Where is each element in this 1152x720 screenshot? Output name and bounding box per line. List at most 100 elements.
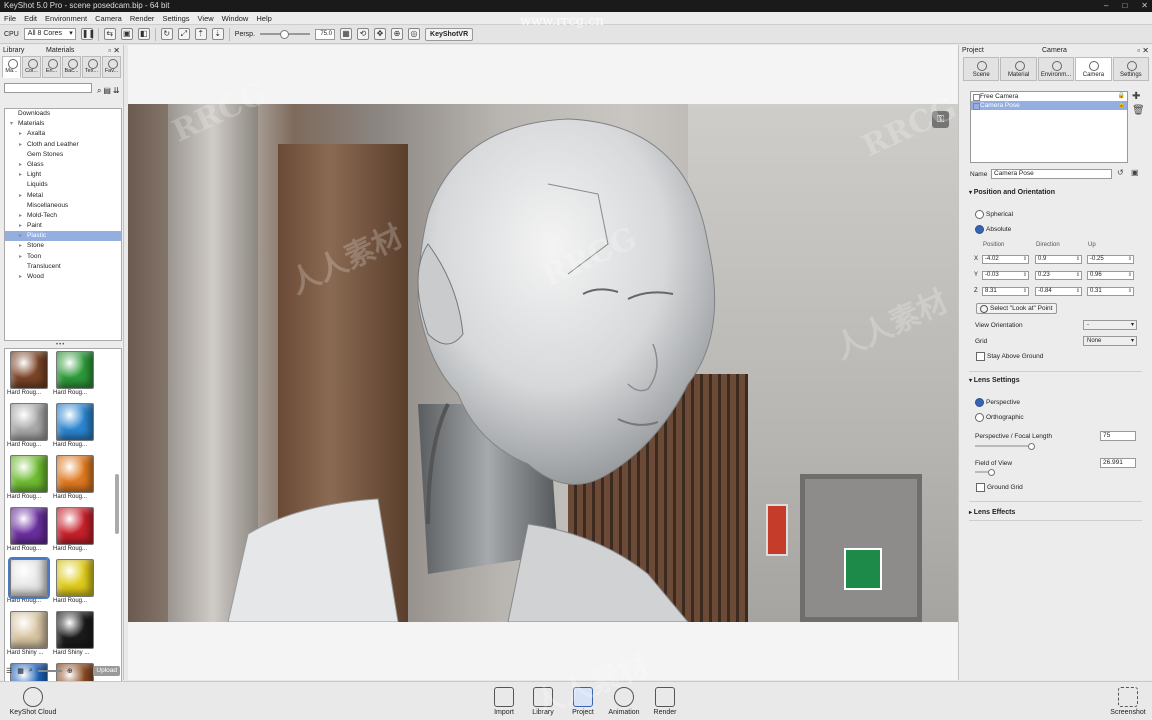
keyshot-cloud-button[interactable]: KeyShot Cloud [8,687,58,716]
pan-icon[interactable]: ✥ [374,28,387,40]
expand-arrow-icon[interactable]: ▸ [19,140,27,150]
expand-arrow-icon[interactable]: ▾ [10,119,18,129]
material-thumbnail[interactable]: Hard Roug... [53,351,97,403]
material-thumbnail[interactable]: Hard Roug... [53,559,97,611]
expand-arrow-icon[interactable]: ▸ [19,252,27,262]
zoom-in-icon[interactable]: ⊕ [67,667,73,675]
tab-environments[interactable]: En... [42,56,61,78]
menu-render[interactable]: Render [130,14,155,23]
import-button[interactable]: Import [484,687,524,716]
refresh-icon[interactable]: ↻ [160,28,173,40]
ground-grid-checkbox[interactable]: Ground Grid [976,483,1023,492]
move-up-icon[interactable]: ⇡ [194,28,207,40]
pause-icon[interactable]: ❚❚ [80,28,95,40]
up-y-field[interactable]: 0.96 [1087,271,1134,280]
tab-favorites[interactable]: Fav... [102,56,121,78]
expand-arrow-icon[interactable]: ▸ [19,231,27,241]
delete-camera-icon[interactable]: 🗑 [1132,105,1145,116]
upload-button[interactable]: Upload [93,666,120,676]
maximize-icon[interactable]: □ [1122,0,1127,12]
material-thumbnail[interactable]: Hard Roug... [7,403,51,455]
position-orientation-header[interactable]: Position and Orientation [969,189,1055,196]
camera-name-input[interactable]: Camera Pose [991,169,1112,179]
material-thumbnail[interactable]: Hard Roug... [7,507,51,559]
tree-item[interactable]: ▸ Glass [5,160,121,170]
panel-close-icon[interactable]: ▫ ✕ [108,45,120,56]
up-x-field[interactable]: -0.25 [1087,255,1134,264]
tree-item[interactable]: Downloads [5,109,121,119]
tumble-icon[interactable]: ⟲ [357,28,370,40]
tree-item[interactable]: ▸ Paint [5,221,121,231]
tree-item[interactable]: ▸ Cloth and Leather [5,140,121,150]
search-icon[interactable]: ⌕ [97,86,101,95]
screenshot-small-icon[interactable]: ▣ [120,28,133,40]
tree-item[interactable]: ▾ Materials [5,119,121,129]
up-z-field[interactable]: 0.31 [1087,287,1134,296]
tab-materials[interactable]: Ma... [2,56,21,78]
position-x-field[interactable]: -4.02 [982,255,1029,264]
direction-x-field[interactable]: 0.9 [1035,255,1082,264]
material-thumbnail[interactable]: Hard Roug... [7,455,51,507]
menu-help[interactable]: Help [256,14,271,23]
fov-field[interactable]: 75.0 [315,28,336,40]
position-z-field[interactable]: 8.31 [982,287,1029,296]
render-button[interactable]: Render [645,687,685,716]
screenshot-button[interactable]: Screenshot [1108,687,1148,716]
save-camera-icon[interactable]: ▣ [1131,168,1139,177]
tree-item[interactable]: Miscellaneous [5,201,121,211]
tab-backplates[interactable]: Bac... [62,56,81,78]
direction-z-field[interactable]: -0.84 [1035,287,1082,296]
absolute-radio[interactable]: Absolute [975,225,1011,234]
camera-item-pose[interactable]: Camera Pose 🔒 [971,101,1127,110]
library-button[interactable]: Library [523,687,563,716]
lock-icon[interactable]: 🔒 [1118,101,1125,110]
view-orientation-select[interactable]: - [1083,320,1137,330]
folder-view-icon[interactable]: ▤ [103,86,111,95]
tree-item[interactable]: ▸ Light [5,170,121,180]
library-search-input[interactable] [4,83,92,93]
minimize-icon[interactable]: – [1104,0,1108,12]
menu-edit[interactable]: Edit [24,14,37,23]
grid-view-icon[interactable]: ▦ [17,667,24,675]
material-thumbnail[interactable]: Hard Shiny ... [7,611,51,663]
panel-close-icon[interactable]: ▫ ✕ [1137,45,1149,56]
close-icon[interactable]: ✕ [1141,0,1148,12]
tree-item[interactable]: ▸ Plastic [5,231,121,242]
field-of-view-slider[interactable] [975,469,995,476]
expand-arrow-icon[interactable]: ▸ [19,191,27,201]
direction-y-field[interactable]: 0.23 [1035,271,1082,280]
menu-settings[interactable]: Settings [162,14,189,23]
render-image[interactable]: ⚿ [128,104,958,622]
tab-textures[interactable]: Tex... [82,56,101,78]
tree-item[interactable]: ▸ Mold-Tech [5,211,121,221]
grid-scrollbar[interactable] [115,474,119,534]
menu-window[interactable]: Window [222,14,249,23]
material-thumbnail[interactable]: Hard Roug... [53,507,97,559]
materials-icon[interactable]: ◧ [137,28,150,40]
tree-item[interactable]: Gem Stones [5,150,121,160]
add-camera-icon[interactable]: ✚ [1132,91,1140,102]
camera-grid-icon[interactable]: ▦ [340,28,353,40]
import-icon[interactable]: ⇆ [103,28,116,40]
material-thumbnail[interactable]: Hard Roug... [7,557,51,611]
fov-slider[interactable] [260,30,311,39]
move-down-icon[interactable]: ⇣ [211,28,224,40]
tree-item[interactable]: Liquids [5,180,121,190]
tree-item[interactable]: ▸ Stone [5,241,121,251]
lock-icon[interactable]: ⚿ [932,111,949,128]
material-thumbnail[interactable]: Hard Roug... [53,403,97,455]
project-button[interactable]: Project [563,687,603,716]
expand-arrow-icon[interactable]: ▸ [19,211,27,221]
cores-select[interactable]: All 8 Cores [23,28,76,40]
reset-icon[interactable]: ↺ [1117,168,1124,177]
tab-settings[interactable]: Settings [1112,57,1150,81]
material-thumbnail[interactable]: Hard Shiny ... [53,611,97,663]
expand-arrow-icon[interactable]: ▸ [19,241,27,251]
lens-effects-header[interactable]: Lens Effects [969,509,1016,516]
animation-button[interactable]: Animation [604,687,644,716]
perspective-radio[interactable]: Perspective [975,398,1020,407]
dolly-icon[interactable]: ⊕ [391,28,404,40]
expand-arrow-icon[interactable]: ▸ [19,129,27,139]
tab-camera[interactable]: Camera [1075,57,1112,81]
tree-item[interactable]: Translucent [5,262,121,272]
